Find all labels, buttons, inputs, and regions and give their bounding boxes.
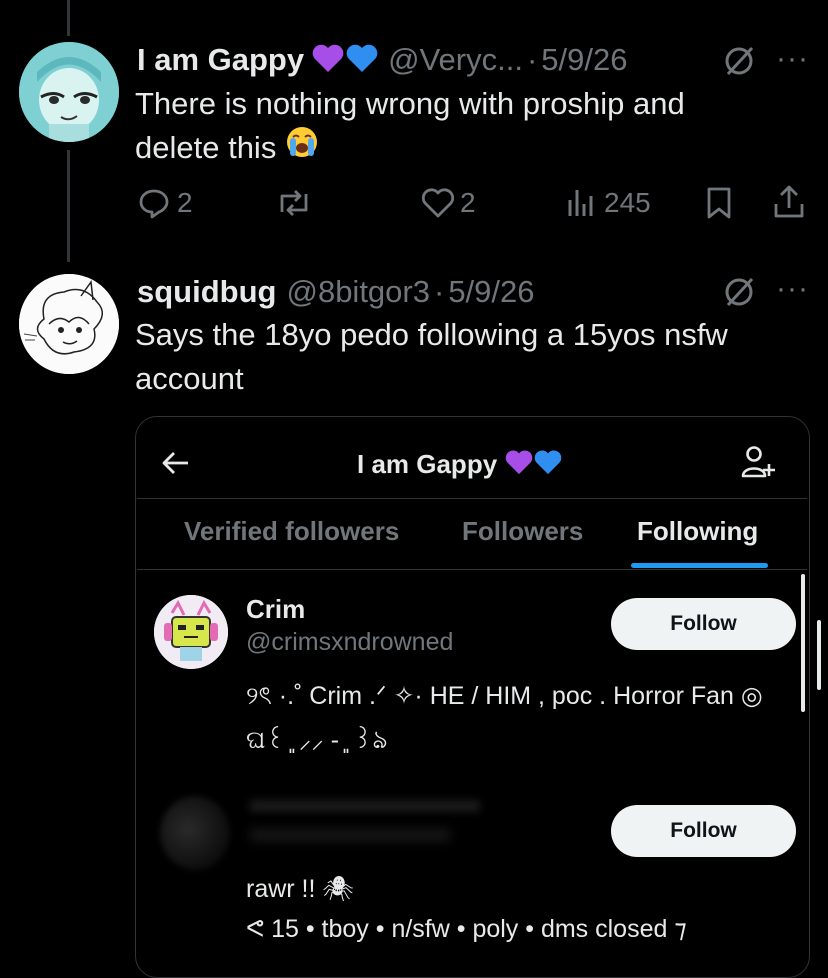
avatar[interactable] (154, 595, 228, 669)
tweet1-text-line1: There is nothing wrong with proship and (135, 86, 685, 121)
follow-button[interactable]: Follow (611, 598, 796, 650)
card-divider (137, 498, 807, 499)
crying-face-icon (286, 126, 318, 170)
tab-followers[interactable]: Followers (462, 516, 583, 547)
author-name[interactable]: squidbug (137, 274, 276, 310)
separator-dot: · (526, 42, 538, 77)
reply-count: 2 (177, 187, 193, 218)
blurred-user-name (250, 800, 480, 812)
separator-dot: · (433, 274, 445, 309)
like-button[interactable]: 2 (420, 186, 476, 220)
more-options-icon[interactable]: ··· (776, 272, 809, 306)
blue-heart-icon (346, 43, 378, 78)
tweet2-text: Says the 18yo pedo following a 15yos nsf… (135, 313, 795, 401)
active-tab-indicator (631, 563, 768, 568)
view-count: 245 (604, 187, 651, 218)
tweet2-text-line2: account (135, 361, 244, 396)
tweet-date[interactable]: 5/9/26 (448, 274, 534, 310)
heart-icon (420, 186, 456, 220)
author-name[interactable]: I am Gappy (137, 42, 304, 78)
tweet2-text-line1: Says the 18yo pedo following a 15yos nsf… (135, 317, 728, 352)
like-count: 2 (460, 187, 476, 218)
card-title: I am Gappy (357, 448, 498, 479)
author-handle[interactable]: @8bitgor3 (286, 274, 430, 310)
bookmark-icon (704, 186, 734, 220)
more-options-icon[interactable]: ··· (776, 42, 809, 76)
share-icon (772, 184, 806, 220)
purple-heart-icon (312, 43, 344, 78)
reply-icon (137, 186, 171, 220)
grok-icon[interactable] (722, 44, 756, 83)
tabs-divider (137, 569, 807, 570)
tweet1-text-line2: delete this (135, 130, 277, 165)
back-arrow-icon[interactable] (160, 448, 192, 483)
views-button[interactable]: 245 (564, 186, 651, 220)
retweet-button[interactable] (274, 186, 314, 220)
card-title-wrap: I am Gappy (357, 448, 562, 480)
reply-button[interactable]: 2 (137, 186, 193, 220)
tweet-date[interactable]: 5/9/26 (541, 42, 627, 78)
user-bio-line1: ୨ৎ ·.˚ Crim .ᐟ ✧· HE / HIM , poc . Horro… (246, 682, 763, 710)
tweet1-text: There is nothing wrong with proship and … (135, 82, 795, 170)
user-bio-line2: ଘ꒰ ͈ ⸝⸝ - ͈ ꒱ঌ (246, 726, 388, 754)
avatar[interactable] (19, 42, 119, 142)
user-name[interactable]: Crim (246, 594, 305, 625)
share-button[interactable] (772, 184, 806, 220)
add-user-icon[interactable] (740, 444, 776, 487)
bookmark-button[interactable] (704, 186, 734, 220)
bar-chart-icon (564, 186, 598, 220)
tab-verified-followers[interactable]: Verified followers (184, 516, 399, 547)
thread-line-top (67, 0, 70, 36)
tab-following[interactable]: Following (637, 516, 758, 547)
user-handle[interactable]: @crimsxndrowned (246, 628, 453, 657)
follow-button[interactable]: Follow (611, 805, 796, 857)
page-scrollbar-thumb[interactable] (817, 620, 821, 690)
tweet2-header: squidbug @8bitgor3 · 5/9/26 (137, 272, 535, 312)
blurred-user-handle (250, 828, 450, 842)
user-bio-line1: rawr !! 🕷 (246, 875, 355, 903)
blue-heart-icon (534, 449, 562, 480)
purple-heart-icon (505, 449, 533, 480)
blurred-avatar[interactable] (160, 796, 230, 870)
avatar[interactable] (19, 274, 119, 374)
retweet-icon (274, 186, 314, 220)
tweet1-header: I am Gappy @Veryc... · 5/9/26 (137, 40, 627, 80)
scrollbar-thumb[interactable] (801, 574, 805, 712)
tweet1-text-line2-wrap: delete this (135, 126, 795, 170)
grok-icon[interactable] (722, 275, 756, 314)
user-bio-line2: ᕙ 15 • tboy • n/sfw • poly • dms closed … (246, 915, 687, 943)
thread-line-middle (67, 150, 70, 262)
author-handle[interactable]: @Veryc... (388, 42, 523, 78)
